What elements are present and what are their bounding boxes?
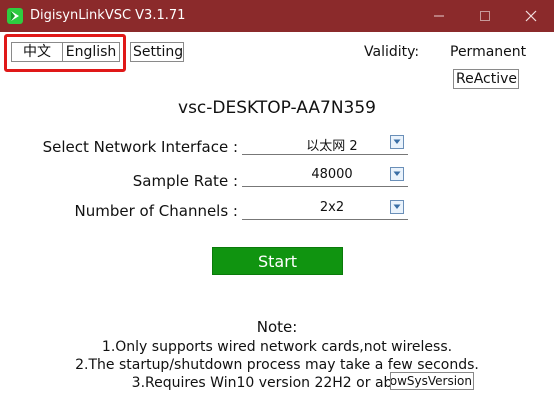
network-interface-label: Select Network Interface : [0, 138, 238, 156]
close-button[interactable] [508, 0, 554, 32]
note-line: 1.Only supports wired network cards,not … [101, 339, 453, 355]
setting-button[interactable]: Setting [130, 42, 184, 62]
channels-dropdown-button[interactable] [390, 200, 404, 214]
chevron-down-icon [393, 171, 401, 176]
validity-label: Validity: [364, 44, 420, 60]
chinese-language-button[interactable]: 中文 [11, 42, 63, 62]
network-interface-select[interactable]: 以太网 2 [242, 134, 408, 155]
sample-rate-label: Sample Rate : [132, 172, 238, 190]
close-icon [525, 10, 537, 22]
note-line: 2.The startup/shutdown process may take … [75, 357, 479, 373]
show-sys-version-label: ShowSysVersion [390, 374, 472, 388]
sample-rate-dropdown-button[interactable] [390, 167, 404, 181]
show-sys-version-button[interactable]: ShowSysVersion [390, 372, 474, 390]
minimize-icon [434, 15, 444, 17]
maximize-icon [480, 11, 490, 21]
minimize-button[interactable] [416, 0, 462, 32]
chevron-down-icon [393, 139, 401, 144]
start-button[interactable]: Start [212, 247, 343, 275]
network-interface-dropdown-button[interactable] [390, 135, 404, 149]
channels-label: Number of Channels : [74, 202, 238, 220]
device-name: vsc-DESKTOP-AA7N359 [178, 98, 376, 118]
chevron-down-icon [393, 204, 401, 209]
english-language-button[interactable]: English [62, 42, 120, 62]
validity-value: Permanent [450, 44, 527, 60]
title-bar: DigisynLinkVSC V3.1.71 [0, 0, 554, 32]
network-interface-label-text: Select Network Interface : [42, 138, 238, 156]
app-logo-icon [7, 8, 23, 24]
channels-select[interactable]: 2x2 [242, 199, 408, 220]
reactive-button[interactable]: ReActive [453, 69, 519, 89]
maximize-button[interactable] [462, 0, 508, 32]
sample-rate-select[interactable]: 48000 [242, 166, 408, 187]
window-title: DigisynLinkVSC V3.1.71 [30, 8, 186, 23]
note-title: Note: [256, 318, 298, 336]
